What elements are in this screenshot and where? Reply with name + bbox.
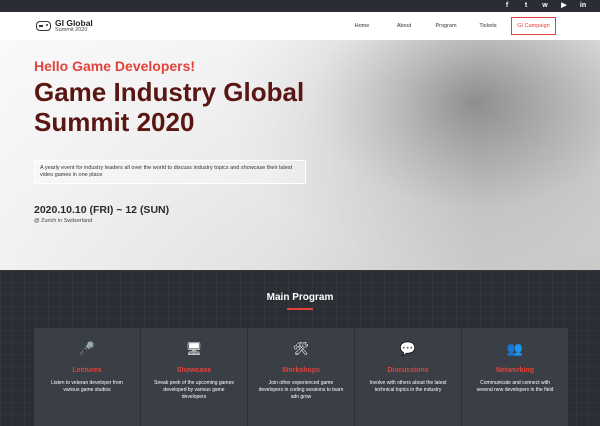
linkedin-icon[interactable]: in <box>578 1 588 11</box>
card-title: Workshops <box>282 367 320 374</box>
section-title-underline <box>287 308 313 310</box>
top-social-bar: f t w ▶ in <box>0 0 600 12</box>
brand-text: GI Global Summit 2020 <box>55 19 93 33</box>
program-cards: 🎤 Lectures Listen to veteran developer f… <box>34 328 568 426</box>
hero-banner: Hello Game Developers! Game Industry Glo… <box>0 40 600 270</box>
card-title: Networking <box>495 367 535 374</box>
hero-title-line-1: Game Industry Global <box>34 77 305 107</box>
twitter-icon[interactable]: t <box>521 1 531 11</box>
card-description: Listen to veteran developer from various… <box>51 380 123 393</box>
program-card-discussions[interactable]: 💬 Discussions Involve with others about … <box>355 328 461 426</box>
card-title: Lectures <box>72 367 102 374</box>
chat-icon: 💬 <box>399 341 417 356</box>
gi-campaign-button[interactable]: GI Campaign <box>511 17 556 35</box>
program-card-networking[interactable]: 👥 Networking Communicate and connect wit… <box>462 328 568 426</box>
event-location: @ Zurich in Switzerland <box>34 217 93 224</box>
gamepad-icon <box>36 21 51 31</box>
event-date: 2020.10.10 (FRI) ~ 12 (SUN) <box>34 203 170 216</box>
brand-logo[interactable]: GI Global Summit 2020 <box>36 19 93 33</box>
nav-about[interactable]: About <box>383 23 425 29</box>
card-description: Join other experienced game developers i… <box>258 380 344 400</box>
nav-program[interactable]: Program <box>425 23 467 29</box>
program-card-showcase[interactable]: 🖥 Showcase Sneak peek of the upcoming ga… <box>141 328 247 426</box>
card-description: Sneak peek of the upcoming games develop… <box>154 380 234 400</box>
tools-icon: 🛠 <box>292 341 310 356</box>
nav-tickets[interactable]: Tickets <box>467 23 509 29</box>
monitor-icon: 🖥 <box>185 341 203 356</box>
section-title: Main Program <box>266 292 334 303</box>
nav-home[interactable]: Home <box>341 23 383 29</box>
facebook-icon[interactable]: f <box>502 1 512 11</box>
hero-content: Hello Game Developers! Game Industry Glo… <box>34 58 306 224</box>
program-card-workshops[interactable]: 🛠 Workshops Join other experienced game … <box>248 328 354 426</box>
card-title: Showcase <box>176 367 212 374</box>
program-card-lectures[interactable]: 🎤 Lectures Listen to veteran developer f… <box>34 328 140 426</box>
brand-subtitle: Summit 2020 <box>55 26 88 33</box>
main-program-section: Main Program 🎤 Lectures Listen to vetera… <box>0 270 600 426</box>
card-description: Communicate and connect with several new… <box>476 380 554 393</box>
hero-title-line-2: Summit 2020 <box>34 106 195 137</box>
main-navigation: GI Global Summit 2020 Home About Program… <box>0 12 600 40</box>
hero-description: A yearly event for industry leaders all … <box>34 159 306 184</box>
card-description: Involve with others about the latest tec… <box>369 380 447 393</box>
youtube-icon[interactable]: ▶ <box>559 1 569 11</box>
card-title: Discussions <box>387 367 429 374</box>
microphone-icon: 🎤 <box>78 341 96 356</box>
people-icon: 👥 <box>506 341 524 356</box>
hero-greeting: Hello Game Developers! <box>34 58 196 74</box>
twitch-icon[interactable]: w <box>540 1 550 11</box>
